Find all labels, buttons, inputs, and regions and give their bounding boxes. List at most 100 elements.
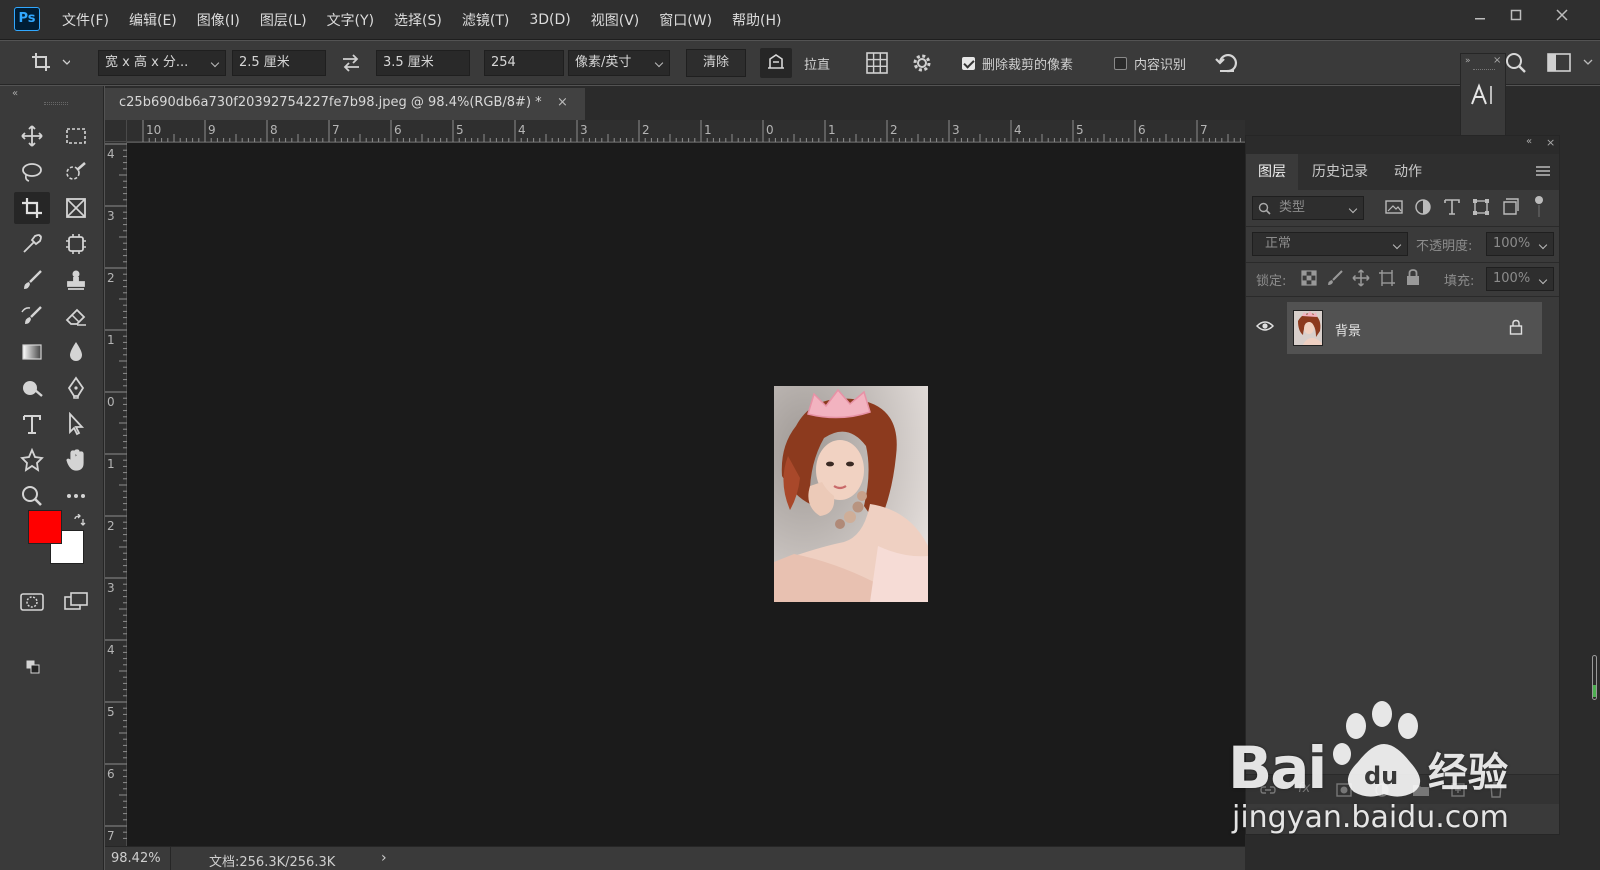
- panel-collapse-icon[interactable]: «: [1526, 136, 1532, 147]
- filter-toggle[interactable]: [1534, 196, 1544, 218]
- quick-mask-icon[interactable]: [14, 586, 50, 618]
- filter-shape-icon[interactable]: [1471, 197, 1491, 217]
- filter-smart-object-icon[interactable]: [1500, 197, 1520, 217]
- menu-edit[interactable]: 编辑(E): [129, 10, 177, 30]
- marquee-tool-icon[interactable]: [58, 120, 94, 152]
- canvas-area[interactable]: [127, 143, 1245, 846]
- content-aware-checkbox[interactable]: [1114, 57, 1127, 70]
- crop-tool-preset-icon[interactable]: [30, 51, 70, 75]
- lock-position-icon[interactable]: [1352, 269, 1370, 287]
- lock-image-icon[interactable]: [1326, 269, 1344, 287]
- ruler-origin[interactable]: [105, 120, 127, 142]
- panel-menu-icon[interactable]: [1536, 165, 1550, 177]
- zoom-level[interactable]: 98.42%: [111, 851, 161, 866]
- path-selection-tool-icon[interactable]: [58, 408, 94, 440]
- fill-input[interactable]: 100%: [1486, 267, 1554, 291]
- screen-mode-icon[interactable]: [58, 586, 94, 618]
- document-image[interactable]: [774, 386, 928, 602]
- layer-row-background[interactable]: 背景: [1287, 302, 1542, 354]
- opacity-input[interactable]: 100%: [1486, 232, 1554, 256]
- ratio-preset-select[interactable]: 宽 x 高 x 分...: [98, 50, 226, 76]
- menu-image[interactable]: 图像(I): [197, 10, 240, 30]
- straighten-label: 拉直: [804, 58, 831, 73]
- tab-actions[interactable]: 动作: [1382, 154, 1434, 190]
- overlay-grid-icon[interactable]: [864, 50, 890, 76]
- shape-tool-icon[interactable]: [14, 444, 50, 476]
- gear-icon[interactable]: [910, 51, 934, 75]
- opacity-label: 不透明度:: [1416, 239, 1473, 254]
- document-tab[interactable]: c25b690db6a730f20392754227fe7b98.jpeg @ …: [105, 88, 585, 120]
- close-icon[interactable]: [1544, 4, 1580, 26]
- lasso-tool-icon[interactable]: [14, 156, 50, 188]
- quick-selection-tool-icon[interactable]: [58, 156, 94, 188]
- visibility-eye-icon[interactable]: [1256, 319, 1274, 333]
- scroll-indicator[interactable]: [1592, 655, 1597, 700]
- ruler-tick-label: 3: [952, 123, 960, 137]
- swap-colors-icon[interactable]: [72, 514, 86, 528]
- hand-tool-icon[interactable]: [58, 444, 94, 476]
- menu-layer[interactable]: 图层(L): [260, 10, 307, 30]
- frame-tool-icon[interactable]: [58, 192, 94, 224]
- lock-artboard-icon[interactable]: [1378, 269, 1396, 287]
- ruler-tick-label: 0: [766, 123, 774, 137]
- layer-thumbnail: [1293, 310, 1323, 346]
- foreground-color-swatch[interactable]: [28, 510, 62, 544]
- search-icon[interactable]: [1504, 51, 1528, 75]
- straighten-icon[interactable]: [760, 48, 792, 78]
- blur-tool-icon[interactable]: [58, 336, 94, 368]
- menu-help[interactable]: 帮助(H): [732, 10, 781, 30]
- resolution-input[interactable]: 254: [484, 50, 564, 76]
- gradient-tool-icon[interactable]: [14, 336, 50, 368]
- zoom-tool-icon[interactable]: [14, 480, 50, 512]
- history-brush-tool-icon[interactable]: [14, 300, 50, 332]
- lock-transparent-icon[interactable]: [1300, 269, 1318, 287]
- default-colors-icon[interactable]: [26, 660, 40, 674]
- blend-mode-select[interactable]: 正常: [1252, 232, 1408, 256]
- menu-filter[interactable]: 滤镜(T): [462, 10, 509, 30]
- tab-history[interactable]: 历史记录: [1300, 154, 1380, 190]
- maximize-icon[interactable]: [1498, 4, 1534, 26]
- move-tool-icon[interactable]: [14, 120, 50, 152]
- filter-pixel-icon[interactable]: [1384, 197, 1404, 217]
- menu-select[interactable]: 选择(S): [394, 10, 442, 30]
- brush-tool-icon[interactable]: [14, 264, 50, 296]
- menu-window[interactable]: 窗口(W): [659, 10, 712, 30]
- panel-close-icon[interactable]: ×: [1546, 136, 1555, 149]
- filter-type-icon[interactable]: [1442, 197, 1462, 217]
- reset-icon[interactable]: [1214, 50, 1240, 76]
- height-input[interactable]: 3.5 厘米: [376, 50, 470, 76]
- resolution-unit-select[interactable]: 像素/英寸: [568, 50, 670, 76]
- menu-3d[interactable]: 3D(D): [529, 12, 570, 28]
- eyedropper-tool-icon[interactable]: [14, 228, 50, 260]
- crop-tool-icon[interactable]: [14, 192, 50, 224]
- eraser-tool-icon[interactable]: [58, 300, 94, 332]
- menu-file[interactable]: 文件(F): [62, 10, 109, 30]
- clear-button[interactable]: 清除: [686, 49, 746, 77]
- filter-adjustment-icon[interactable]: [1413, 197, 1433, 217]
- tab-close-icon[interactable]: ×: [557, 88, 568, 118]
- collapse-icon[interactable]: «: [12, 88, 18, 99]
- pen-tool-icon[interactable]: [58, 372, 94, 404]
- status-menu-arrow[interactable]: ›: [381, 850, 387, 866]
- lock-all-icon[interactable]: [1404, 268, 1422, 286]
- minimize-icon[interactable]: [1462, 4, 1498, 26]
- more-tools-icon[interactable]: [58, 480, 94, 512]
- menu-view[interactable]: 视图(V): [591, 10, 640, 30]
- width-input[interactable]: 2.5 厘米: [232, 50, 326, 76]
- menu-type[interactable]: 文字(Y): [327, 10, 374, 30]
- patch-tool-icon[interactable]: [58, 228, 94, 260]
- delete-cropped-checkbox[interactable]: [962, 57, 975, 70]
- tab-layers[interactable]: 图层: [1246, 154, 1298, 190]
- mini-close-icon[interactable]: ×: [1493, 55, 1501, 66]
- expand-icon[interactable]: »: [1465, 56, 1471, 66]
- photoshop-logo[interactable]: Ps: [14, 7, 40, 31]
- character-icon[interactable]: [1469, 82, 1497, 108]
- swap-icon[interactable]: [340, 53, 362, 73]
- ruler-vertical[interactable]: 4 3 2 1 0 1 2 3 4 5 6 7: [105, 142, 127, 846]
- stamp-tool-icon[interactable]: [58, 264, 94, 296]
- dodge-tool-icon[interactable]: [14, 372, 50, 404]
- type-tool-icon[interactable]: [14, 408, 50, 440]
- layer-name: 背景: [1335, 324, 1362, 339]
- workspace-icon[interactable]: [1546, 52, 1596, 74]
- ruler-horizontal[interactable]: 10 9 8 7 6 5 4 3 2 1 0 1 2 3 4 5 6 7: [105, 120, 1245, 142]
